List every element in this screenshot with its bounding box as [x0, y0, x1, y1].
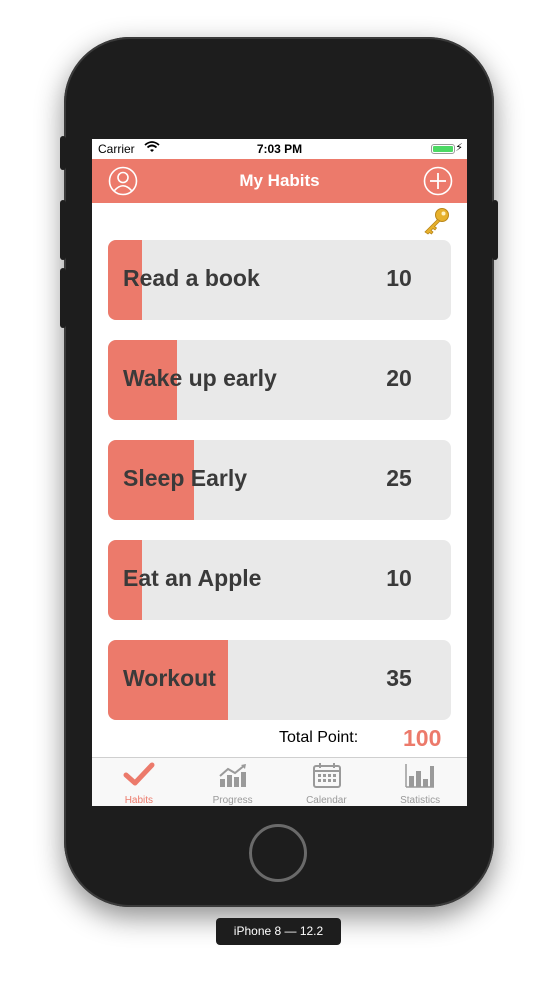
checkmark-icon: [123, 762, 155, 786]
tab-progress[interactable]: Progress: [186, 758, 280, 806]
home-button[interactable]: [249, 824, 307, 882]
habit-name: Read a book: [123, 265, 260, 291]
volume-down-button: [60, 268, 66, 328]
device-label: iPhone 8 — 12.2: [216, 918, 341, 945]
tab-label: Habits: [124, 795, 154, 806]
mute-switch: [60, 136, 66, 170]
habit-row[interactable]: Sleep Early 25: [108, 440, 451, 520]
habit-name: Wake up early: [123, 365, 277, 391]
habit-points: 25: [386, 465, 412, 491]
total-points-value: 100: [403, 725, 442, 751]
volume-up-button: [60, 200, 66, 260]
habit-name: Workout: [123, 665, 216, 691]
habit-name: Sleep Early: [123, 465, 248, 491]
habit-row[interactable]: Read a book 10: [108, 240, 451, 320]
habit-points: 35: [386, 665, 412, 691]
status-bar: Carrier 7:03 PM ⚡: [92, 139, 467, 159]
tab-calendar[interactable]: Calendar: [280, 758, 374, 806]
status-time: 7:03 PM: [256, 142, 303, 156]
bar-chart-icon: [405, 764, 435, 788]
tab-label: Progress: [212, 795, 253, 806]
calendar-icon: [312, 763, 341, 788]
habit-points: 20: [386, 365, 412, 391]
habit-name: Eat an Apple: [123, 565, 262, 591]
habit-row[interactable]: Wake up early 20: [108, 340, 451, 420]
nav-bar: My Habits: [92, 159, 467, 203]
battery-icon: [431, 144, 455, 154]
charging-bolt-icon: ⚡: [455, 142, 463, 154]
total-points-label: Total Point:: [279, 729, 359, 746]
app-screen: Carrier 7:03 PM ⚡ My Habits Read a book …: [92, 139, 467, 806]
habit-row[interactable]: Eat an Apple 10: [108, 540, 451, 620]
add-habit-icon[interactable]: [423, 166, 453, 196]
tab-bar: Habits Progress Calendar Statistics: [92, 757, 467, 806]
tab-habits[interactable]: Habits: [92, 758, 186, 806]
tab-label: Statistics: [400, 795, 441, 806]
habit-points: 10: [386, 565, 412, 591]
page-title: My Habits: [239, 171, 320, 190]
key-icon[interactable]: [421, 207, 451, 235]
trending-chart-icon: [219, 764, 246, 787]
power-button: [492, 200, 498, 260]
habit-row[interactable]: Workout 35: [108, 640, 451, 720]
tab-statistics[interactable]: Statistics: [373, 758, 467, 806]
tab-label: Calendar: [306, 795, 347, 806]
habit-points: 10: [386, 265, 412, 291]
